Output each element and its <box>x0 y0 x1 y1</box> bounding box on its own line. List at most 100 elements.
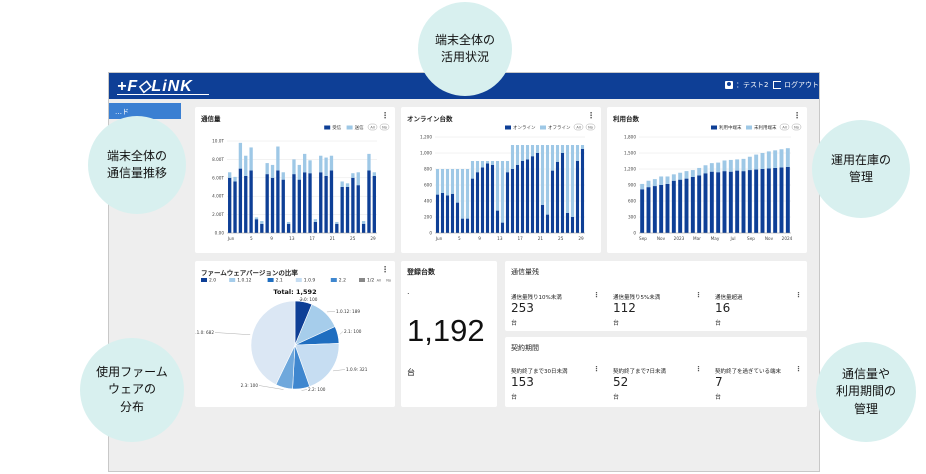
traffic-bar-b-1 <box>233 176 237 182</box>
usage-legend-label-0: 利用中端末 <box>719 124 742 131</box>
traffic-bar-b-23 <box>351 173 355 178</box>
online-bar-a-8 <box>475 172 480 233</box>
traffic-ytick-0: 0.00 <box>215 231 225 236</box>
traffic-bar-b-6 <box>260 221 264 224</box>
traffic-bar-b-12 <box>292 159 296 175</box>
remaining-3-menu-icon[interactable]: ⋮ <box>795 291 802 299</box>
remaining-1-menu-icon[interactable]: ⋮ <box>593 291 600 299</box>
firmware-legend-label-1: 1.0.12 <box>237 278 251 284</box>
usage-bar-b-22 <box>779 149 784 168</box>
traffic-bar-a-8 <box>270 177 275 233</box>
usage-bar-a-18 <box>754 169 759 233</box>
traffic-bar-a-22 <box>345 187 350 233</box>
traffic-bar-b-24 <box>356 172 360 186</box>
usage-bar-a-13 <box>722 171 727 233</box>
firmware-legend-label-2: 2.1 <box>276 278 283 284</box>
online-bar-a-23 <box>550 170 555 233</box>
usage-pill-label-0: No <box>794 126 799 130</box>
firmware-pill-all: All <box>377 279 381 283</box>
online-bar-b-15 <box>510 145 515 169</box>
remaining-label-1: 通信量残り10%未満 <box>511 295 562 301</box>
traffic-bar-b-25 <box>361 221 366 224</box>
online-bar-b-14 <box>505 161 510 173</box>
callout-remaining: 通信量や 利用期間の 管理 <box>816 342 916 442</box>
online-legend-swatch-0 <box>505 125 511 130</box>
traffic-bar-a-15 <box>308 173 312 233</box>
traffic-bar-a-14 <box>303 172 307 233</box>
usage-bar-a-17 <box>747 170 752 233</box>
remaining-card: 通信量残 通信量残り10%未満 ⋮ 253 台 通信量残り5%未満 ⋮ 112 … <box>505 261 807 331</box>
user-menu[interactable]: ：テスト2 <box>725 80 768 90</box>
traffic-bar-b-15 <box>308 160 312 174</box>
usage-xtick-8: 2024 <box>782 236 793 241</box>
registered-dot: . <box>407 287 410 296</box>
online-bar-a-12 <box>495 210 500 233</box>
contract-3-menu-icon[interactable]: ⋮ <box>795 365 802 373</box>
contract-value-2: 52 <box>613 375 629 389</box>
traffic-legend-swatch-1 <box>346 125 353 130</box>
online-ytick-0: 0 <box>429 231 432 236</box>
firmware-slice-label-4: 2.2: 100 <box>308 387 326 392</box>
usage-bar-a-2 <box>652 186 657 233</box>
usage-xtick-5: Jul <box>729 236 735 241</box>
online-bar-a-27 <box>570 217 575 233</box>
contract-2-menu-icon[interactable]: ⋮ <box>695 365 702 373</box>
firmware-leader-4 <box>301 389 308 391</box>
traffic-bar-a-19 <box>329 170 334 233</box>
online-bar-a-16 <box>515 165 520 233</box>
traffic-bar-a-11 <box>286 223 291 233</box>
logout-button[interactable]: ログアウト <box>773 80 819 90</box>
usage-card: 利用台数 ⋮ No All 未利用端末 利用中端末 0 300 600 900 1,200 1,5… <box>607 107 807 253</box>
online-bar-b-5 <box>460 169 465 219</box>
contract-1-menu-icon[interactable]: ⋮ <box>593 365 600 373</box>
usage-bar-a-16 <box>741 171 746 233</box>
traffic-bar-b-16 <box>313 219 318 222</box>
remaining-value-3: 16 <box>715 301 731 315</box>
usage-xtick-7: Nov <box>765 236 774 241</box>
usage-legend-swatch-1 <box>746 125 752 130</box>
logout-label: ログアウト <box>784 81 819 89</box>
user-icon <box>725 81 733 89</box>
online-bar-b-17 <box>520 145 525 161</box>
usage-ytick-3: 900 <box>628 183 636 188</box>
traffic-bar-b-9 <box>276 146 280 171</box>
usage-pill-label-1: All <box>782 126 786 130</box>
online-bar-b-22 <box>545 145 550 215</box>
firmware-slice-label-5: 2.3: 100 <box>241 383 259 388</box>
usage-bar-a-21 <box>773 167 778 233</box>
traffic-bar-b-22 <box>345 183 350 187</box>
online-bar-a-6 <box>465 218 470 233</box>
traffic-bar-a-20 <box>335 223 339 233</box>
remaining-value-2: 112 <box>613 301 636 315</box>
usage-ytick-5: 1,500 <box>624 151 636 156</box>
remaining-2-menu-icon[interactable]: ⋮ <box>695 291 702 299</box>
traffic-xtick-7: 29 <box>370 236 376 241</box>
usage-bar-b-11 <box>709 163 714 172</box>
usage-bar-a-23 <box>785 166 790 233</box>
app-logo[interactable]: +F◇LiNK <box>117 76 193 96</box>
online-bar-b-3 <box>450 169 455 194</box>
online-xtick-3: 13 <box>497 236 503 241</box>
usage-bar-b-17 <box>747 156 752 171</box>
firmware-legend-label-5: 1/2 <box>367 278 374 284</box>
traffic-bar-b-5 <box>254 217 259 220</box>
online-xtick-6: 25 <box>558 236 564 241</box>
contract-label-1: 契約終了まで30日未満 <box>511 369 568 375</box>
traffic-bar-b-7 <box>265 163 269 175</box>
online-bar-a-0 <box>435 194 440 233</box>
online-bar-a-14 <box>505 172 510 233</box>
registered-card: 登録台数 . 1,192 台 <box>401 261 497 407</box>
usage-bar-b-0 <box>640 183 645 190</box>
usage-bar-a-3 <box>659 185 664 233</box>
firmware-legend-swatch-4 <box>330 278 337 282</box>
online-pill-label-0: No <box>588 126 593 130</box>
online-bar-b-0 <box>435 169 440 195</box>
traffic-chart: No All 送信 受信 0.00 2.00T 4.00T 6.00T 8.00T 10.0T Ju… <box>212 123 390 241</box>
traffic-bar-b-19 <box>329 155 334 171</box>
traffic-bar-b-11 <box>286 221 291 224</box>
traffic-bar-b-17 <box>319 155 323 173</box>
online-ytick-1: 200 <box>424 215 432 220</box>
contract-value-1: 153 <box>511 375 534 389</box>
traffic-legend-label-1: 送信 <box>355 124 364 131</box>
usage-bar-a-5 <box>671 180 676 233</box>
